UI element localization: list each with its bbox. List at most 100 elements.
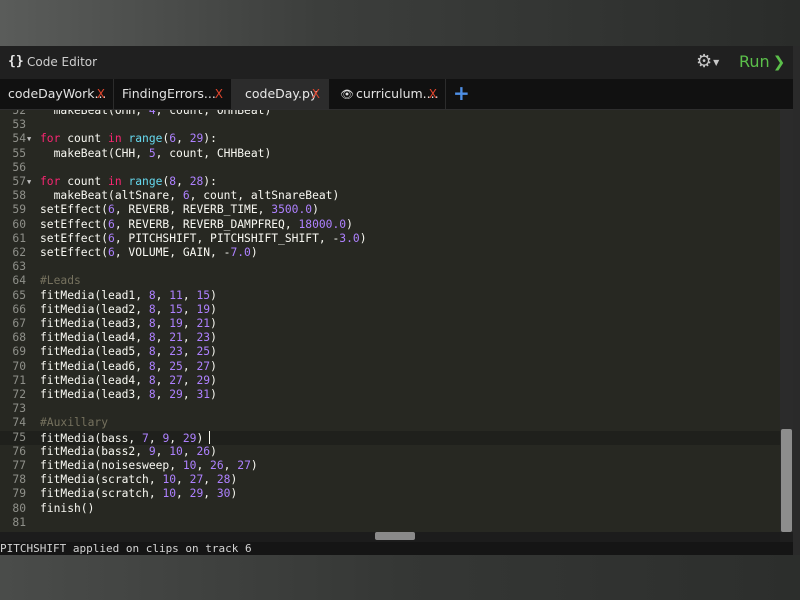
code-line[interactable]: 79 fitMedia(scratch, 10, 29, 30) [0,487,780,501]
line-number: 74 [12,416,26,430]
gear-icon: ⚙ [696,51,713,72]
code-text: makeBeat(altSnare, 6, count, altSnareBea… [40,189,340,203]
code-text: fitMedia(scratch, 10, 27, 28) [40,473,238,487]
line-number: 54 [12,132,26,146]
code-text: setEffect(6, REVERB, REVERB_TIME, 3500.0… [40,203,319,217]
code-line[interactable]: 58 makeBeat(altSnare, 6, count, altSnare… [0,189,780,203]
line-number: 60 [12,217,26,231]
code-text: fitMedia(lead3, 8, 19, 21) [40,317,217,330]
panel-title: Code Editor [27,55,98,69]
code-text: for count in range(8, 28): [40,175,217,188]
settings-menu-button[interactable]: ⚙▼ [696,52,719,72]
code-line[interactable]: 55 makeBeat(CHH, 5, count, CHHBeat) [0,147,780,161]
code-line[interactable]: 73 [0,402,780,416]
line-number: 59 [12,203,26,217]
tab-codedaywork[interactable]: codeDayWork... X [0,79,114,109]
code-line[interactable]: 64 #Leads [0,274,780,288]
line-number: 76 [12,444,26,458]
line-number: 55 [12,146,26,160]
code-line[interactable]: 54 ▼ for count in range(6, 29): [0,132,780,146]
tab-close-button[interactable]: X [312,79,320,109]
tab-close-button[interactable]: X [215,79,223,109]
desktop-background-top [0,0,800,46]
line-number: 77 [12,459,26,472]
tab-codeday-py[interactable]: codeDay.py X [232,79,329,109]
code-line[interactable]: 78 fitMedia(scratch, 10, 27, 28) [0,473,780,487]
tab-label: codeDay.py [245,86,318,101]
line-number: 64 [12,274,26,288]
line-number: 75 [12,430,26,444]
code-line[interactable]: 75 fitMedia(bass, 7, 9, 29) [0,430,780,446]
code-area[interactable]: 52 makeBeat(OHH, 4, count, OHHBeat) 53 54 ▼… [0,110,780,532]
code-text: fitMedia(lead1, 8, 11, 15) [40,288,217,302]
code-text: #Leads [40,274,81,288]
tab-close-button[interactable]: X [429,79,437,109]
fold-toggle-icon[interactable]: ▼ [27,175,31,189]
line-number: 67 [12,317,26,330]
code-line[interactable]: 74 #Auxillary [0,416,780,430]
code-line[interactable]: 56 [0,161,780,175]
code-text: fitMedia(scratch, 10, 29, 30) [40,487,238,501]
code-text: setEffect(6, REVERB, REVERB_DAMPFREQ, 18… [40,217,353,231]
code-text: fitMedia(lead3, 8, 29, 31) [40,388,217,401]
desktop-background-bottom [0,555,800,600]
line-number: 72 [12,388,26,401]
line-number: 79 [12,487,26,501]
code-line[interactable]: 67 fitMedia(lead3, 8, 19, 21) [0,317,780,331]
code-line[interactable]: 65 fitMedia(lead1, 8, 11, 15) [0,289,780,303]
code-line[interactable]: 52 makeBeat(OHH, 4, count, OHHBeat) [0,110,780,118]
tab-close-button[interactable]: X [97,79,105,109]
code-line[interactable]: 53 [0,118,780,132]
code-line[interactable]: 81 [0,516,780,530]
code-line[interactable]: 72 fitMedia(lead3, 8, 29, 31) [0,388,780,402]
line-number: 56 [12,160,26,174]
line-number: 53 [12,118,26,132]
code-line[interactable]: 63 [0,260,780,274]
console-output: PITCHSHIFT applied on clips on track 6 [0,542,793,555]
line-number: 52 [12,110,26,117]
file-tab-bar: codeDayWork... X FindingErrors... X code… [0,79,793,110]
line-number: 61 [12,231,26,245]
tab-label: curriculum.... [355,86,439,101]
run-label: Run [739,52,770,71]
code-text: fitMedia(lead4, 8, 21, 23) [40,331,217,345]
line-number: 68 [12,331,26,345]
code-text: #Auxillary [40,416,109,430]
vertical-scrollbar-thumb[interactable] [781,429,792,532]
line-number: 73 [12,402,26,416]
code-text: fitMedia(lead2, 8, 15, 19) [40,302,217,316]
text-cursor [209,430,211,444]
run-button[interactable]: Run ❯ [739,52,785,71]
line-number: 69 [12,345,26,359]
code-line[interactable]: 80 finish() [0,502,780,516]
code-line[interactable]: 71 fitMedia(lead4, 8, 27, 29) [0,374,780,388]
tab-findingerrors[interactable]: FindingErrors... X [114,79,232,109]
code-line[interactable]: 68 fitMedia(lead4, 8, 21, 23) [0,331,780,345]
code-line[interactable]: 59 setEffect(6, REVERB, REVERB_TIME, 3500… [0,203,780,217]
code-editor-panel: {} Code Editor ⚙▼ Run ❯ codeDayWork... X … [0,46,793,555]
code-text: fitMedia(lead6, 8, 25, 27) [40,359,217,373]
code-line[interactable]: 60 setEffect(6, REVERB, REVERB_DAMPFREQ, … [0,218,780,232]
code-text: fitMedia(lead5, 8, 23, 25) [40,345,217,359]
line-number: 70 [12,359,26,373]
tab-curriculum[interactable]: 👁 curriculum.... X [329,79,446,109]
code-text: fitMedia(bass2, 9, 10, 26) [40,444,217,458]
code-line[interactable]: 76 fitMedia(bass2, 9, 10, 26) [0,445,780,459]
tab-label: FindingErrors... [122,86,216,101]
code-line[interactable]: 61 setEffect(6, PITCHSHIFT, PITCHSHIFT_SH… [0,232,780,246]
editor-header: {} Code Editor ⚙▼ Run ❯ [0,46,793,79]
code-line[interactable]: 70 fitMedia(lead6, 8, 25, 27) [0,360,780,374]
console-message: PITCHSHIFT applied on clips on track 6 [0,542,252,555]
code-text: fitMedia(bass, 7, 9, 29) [40,430,211,446]
code-line[interactable]: 69 fitMedia(lead5, 8, 23, 25) [0,345,780,359]
code-line[interactable]: 57 ▼ for count in range(8, 28): [0,175,780,189]
fold-toggle-icon[interactable]: ▼ [27,132,31,146]
code-line[interactable]: 77 fitMedia(noisesweep, 10, 26, 27) [0,459,780,473]
code-line[interactable]: 62 setEffect(6, VOLUME, GAIN, -7.0) [0,246,780,260]
code-braces-icon: {} [8,54,24,69]
horizontal-scrollbar-thumb[interactable] [375,532,415,540]
code-text: fitMedia(noisesweep, 10, 26, 27) [40,459,258,472]
code-line[interactable]: 66 fitMedia(lead2, 8, 15, 19) [0,303,780,317]
add-tab-button[interactable]: + [453,81,470,105]
line-number: 63 [12,260,26,274]
